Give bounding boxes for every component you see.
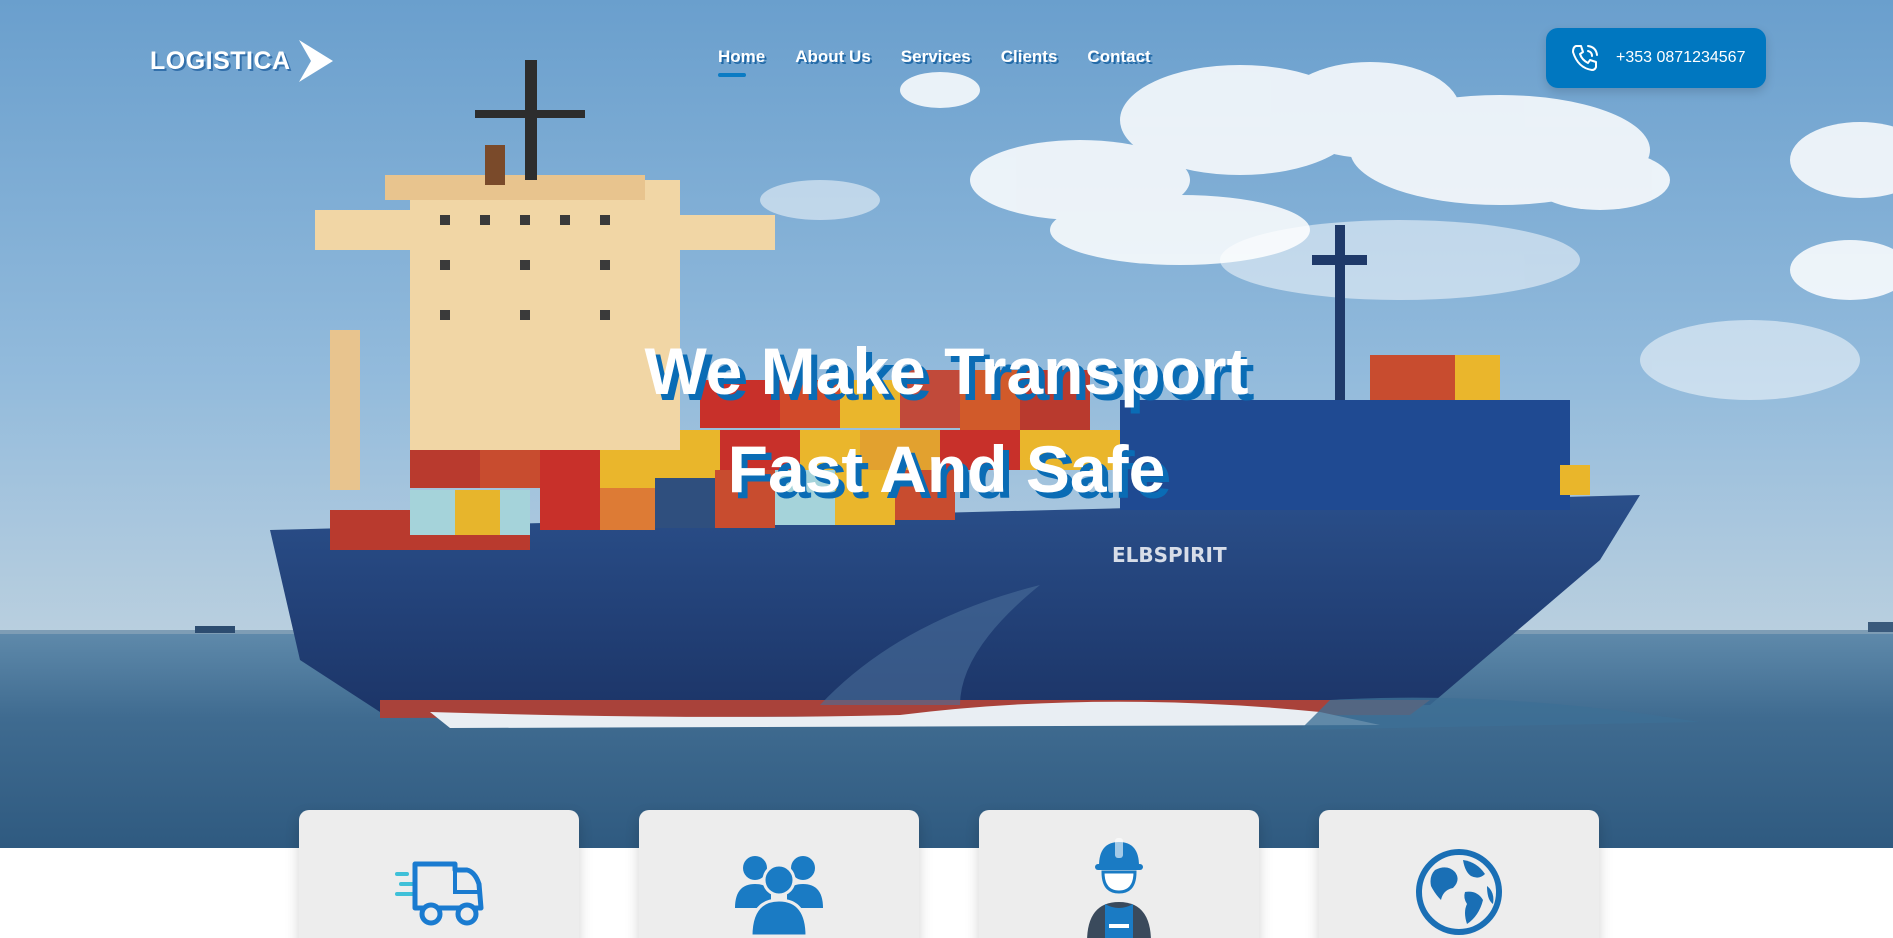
logo-text: LOGISTICA <box>150 46 291 75</box>
logo[interactable]: LOGISTICA <box>150 38 335 84</box>
nav-item-home[interactable]: Home <box>718 47 765 77</box>
worker-helmet-icon <box>1087 838 1151 938</box>
globe-icon <box>1416 849 1502 935</box>
ship-name: ELBSPIRIT <box>1112 543 1227 567</box>
feature-card-team[interactable] <box>639 810 919 938</box>
nav-item-about-us[interactable]: About Us <box>795 47 871 67</box>
feature-cards <box>299 810 1599 938</box>
nav-item-contact[interactable]: Contact <box>1087 47 1150 67</box>
feature-card-global[interactable] <box>1319 810 1599 938</box>
phone-icon <box>1572 45 1598 71</box>
headline-line-1: We Make Transport <box>644 334 1249 408</box>
phone-button[interactable]: +353 0871234567 <box>1546 28 1766 88</box>
logo-chevron-icon <box>298 40 333 82</box>
nav-item-clients[interactable]: Clients <box>1001 47 1058 67</box>
phone-number: +353 0871234567 <box>1616 49 1746 66</box>
headline-line-2: Fast And Safe <box>727 432 1166 506</box>
feature-card-delivery[interactable] <box>299 810 579 938</box>
hero-headline: We Make Transport Fast And Safe <box>0 322 1893 518</box>
main-navigation: Home About Us Services Clients Contact <box>718 47 1151 77</box>
delivery-truck-icon <box>395 861 484 926</box>
team-users-icon <box>735 856 823 938</box>
nav-item-services[interactable]: Services <box>901 47 971 67</box>
feature-card-worker[interactable] <box>979 810 1259 938</box>
